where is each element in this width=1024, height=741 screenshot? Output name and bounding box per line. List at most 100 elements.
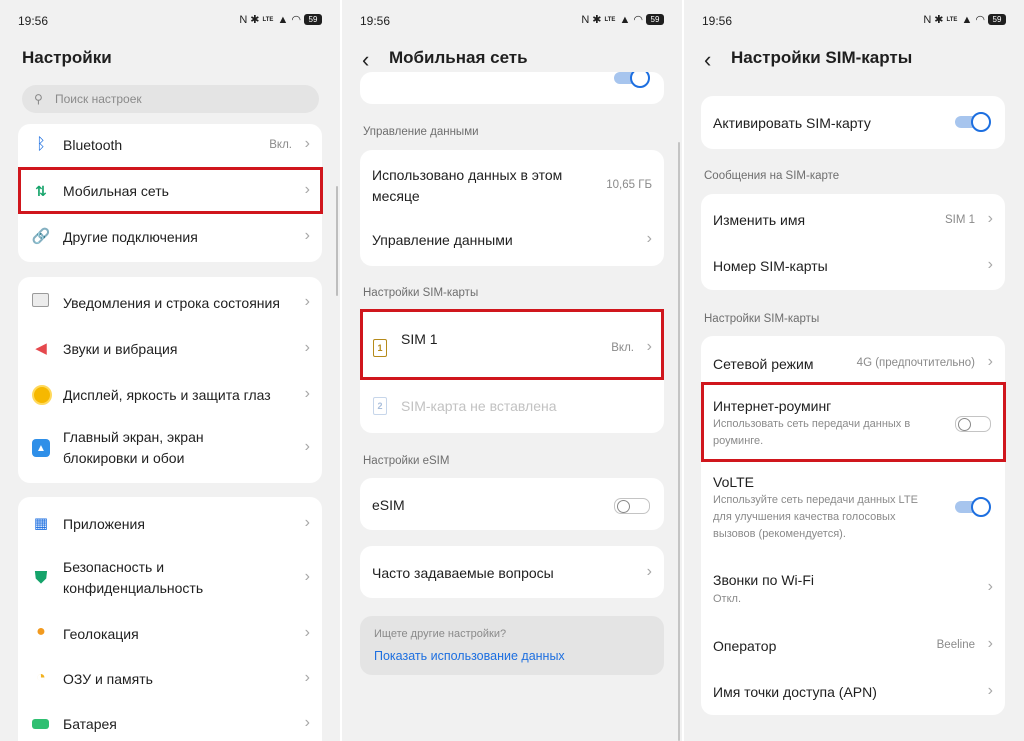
notification-icon — [32, 293, 49, 307]
search-icon: ⚲ — [34, 92, 43, 106]
sim-card-icon: 1 — [373, 339, 387, 357]
nfc-icon: N — [923, 13, 932, 26]
status-bar: 19:56 N ✱ LTE ▲ ◠ 59 — [18, 12, 322, 32]
internet-roaming-description: роуминге. — [713, 435, 764, 447]
lte-icon: LTE — [946, 16, 958, 23]
data-management-row[interactable]: Управление данными › — [360, 214, 664, 266]
settings-item-storage[interactable]: ◔ ОЗУ и память › — [18, 657, 322, 703]
other-settings-hint: Ищете другие настройки? — [374, 628, 507, 640]
brightness-icon — [32, 385, 52, 405]
sim1-status: Вкл. — [611, 342, 634, 354]
chevron-right-icon: › — [304, 181, 310, 198]
sim-number-row[interactable]: Номер SIM-карты › — [701, 242, 1005, 290]
settings-item-display[interactable]: Дисплей, яркость и защита глаз › — [18, 371, 322, 417]
settings-item-label: Bluetooth — [63, 137, 123, 153]
volte-label: VoLTE — [713, 474, 754, 490]
page-title: Мобильная сеть — [389, 48, 528, 67]
settings-item-battery[interactable]: Батарея › — [18, 703, 322, 741]
battery-status-icon: 59 — [646, 14, 664, 25]
internet-roaming-row[interactable]: Интернет-роуминг Использовать сеть перед… — [701, 384, 1005, 462]
bluetooth-status-icon: ✱ — [934, 14, 944, 26]
settings-item-label: конфиденциальность — [63, 580, 204, 596]
sim1-label: SIM 1 — [401, 331, 438, 347]
internet-roaming-toggle[interactable] — [955, 413, 991, 433]
wifi-icon: ◠ — [975, 14, 985, 26]
settings-item-apps[interactable]: ▦ Приложения › — [18, 497, 322, 547]
chevron-right-icon: › — [304, 624, 310, 641]
sim1-row[interactable]: 1 SIM 1 Вкл. › — [360, 309, 664, 379]
operator-label: Оператор — [713, 638, 777, 654]
settings-item-mobile-network[interactable]: ⇅ Мобильная сеть › — [18, 168, 322, 214]
scrollbar[interactable] — [678, 142, 680, 741]
chevron-right-icon: › — [987, 682, 993, 699]
activate-sim-toggle[interactable] — [955, 112, 991, 132]
section-title: Настройки eSIM — [363, 455, 450, 467]
settings-item-sounds[interactable]: ◀ Звуки и вибрация › — [18, 325, 322, 371]
settings-item-location[interactable]: ● Геолокация › — [18, 611, 322, 657]
bluetooth-status-icon: ✱ — [250, 14, 260, 26]
wifi-icon: ◠ — [291, 14, 301, 26]
wifi-calls-row[interactable]: Звонки по Wi-Fi Откл. › — [701, 558, 1005, 620]
rename-row[interactable]: Изменить имя SIM 1 › — [701, 194, 1005, 242]
settings-item-security[interactable]: ⛊ Безопасность и конфиденциальность › — [18, 547, 322, 611]
other-settings-card: Ищете другие настройки? Показать использ… — [360, 616, 664, 675]
signal-icon: ▲ — [619, 13, 631, 26]
esim-toggle[interactable] — [614, 495, 650, 515]
settings-item-label: Дисплей, яркость и защита глаз — [63, 387, 271, 403]
apn-row[interactable]: Имя точки доступа (APN) › — [701, 668, 1005, 714]
volte-description: вызовов (рекомендуется). — [713, 528, 846, 540]
back-arrow-icon[interactable]: ‹ — [704, 47, 711, 73]
toggle-switch[interactable] — [614, 72, 650, 88]
bluetooth-icon: ᛒ — [36, 136, 46, 153]
chevron-right-icon: › — [304, 438, 310, 455]
wifi-icon: ◠ — [633, 14, 643, 26]
section-title: Сообщения на SIM-карте — [704, 170, 840, 182]
sim-card-empty-icon: 2 — [373, 397, 387, 415]
sim-settings-card: Сетевой режим 4G (предпочтительно) › Инт… — [701, 336, 1005, 715]
activate-sim-row[interactable]: Активировать SIM-карту — [701, 96, 1005, 149]
chevron-right-icon: › — [646, 230, 652, 247]
settings-item-label: Мобильная сеть — [63, 183, 169, 199]
settings-item-notifications[interactable]: Уведомления и строка состояния › — [18, 277, 322, 325]
nfc-icon: N — [581, 13, 590, 26]
section-title: Настройки SIM-карты — [363, 287, 479, 299]
search-placeholder: Поиск настроек — [55, 92, 142, 106]
back-arrow-icon[interactable]: ‹ — [362, 47, 369, 73]
settings-item-bluetooth[interactable]: ᛒ Bluetooth Вкл. › — [18, 124, 322, 168]
apn-label: Имя точки доступа (APN) — [713, 684, 877, 700]
esim-row[interactable]: eSIM — [360, 478, 664, 530]
settings-item-label: Приложения — [63, 516, 145, 532]
shield-icon: ⛊ — [34, 568, 48, 587]
page-title: Настройки SIM-карты — [731, 48, 913, 67]
faq-label: Часто задаваемые вопросы — [372, 565, 554, 581]
sim2-label: SIM-карта не вставлена — [401, 398, 557, 414]
lte-icon: LTE — [604, 16, 616, 23]
network-mode-label: Сетевой режим — [713, 356, 814, 372]
chevron-right-icon: › — [304, 227, 310, 244]
scrollbar[interactable] — [336, 186, 338, 296]
bluetooth-status: Вкл. — [269, 139, 292, 151]
scrolled-card — [360, 72, 664, 104]
volte-toggle[interactable] — [955, 497, 991, 517]
chevron-right-icon: › — [987, 210, 993, 227]
faq-row[interactable]: Часто задаваемые вопросы › — [360, 546, 664, 598]
settings-item-wallpaper[interactable]: ▲ Главный экран, экран блокировки и обои… — [18, 417, 322, 481]
settings-item-label: ОЗУ и память — [63, 671, 153, 687]
operator-row[interactable]: Оператор Beeline › — [701, 620, 1005, 668]
show-data-usage-link[interactable]: Показать использование данных — [374, 649, 565, 663]
section-title: Настройки SIM-карты — [704, 313, 820, 325]
signal-icon: ▲ — [961, 13, 973, 26]
speaker-icon: ◀ — [35, 340, 47, 357]
esim-card: eSIM — [360, 478, 664, 530]
mobile-data-icon: ⇅ — [35, 182, 47, 199]
chevron-right-icon: › — [304, 669, 310, 686]
activate-sim-label: Активировать SIM-карту — [713, 115, 871, 131]
network-mode-row[interactable]: Сетевой режим 4G (предпочтительно) › — [701, 336, 1005, 384]
volte-row[interactable]: VoLTE Используйте сеть передачи данных L… — [701, 462, 1005, 552]
search-input[interactable]: ⚲ Поиск настроек — [22, 85, 319, 113]
settings-item-other-connections[interactable]: 🔗 Другие подключения › — [18, 214, 322, 260]
data-used-row[interactable]: Использовано данных в этом месяце 10,65 … — [360, 150, 664, 214]
chevron-right-icon: › — [304, 714, 310, 731]
battery-icon — [32, 719, 49, 729]
network-mode-value: 4G (предпочтительно) — [856, 357, 975, 369]
